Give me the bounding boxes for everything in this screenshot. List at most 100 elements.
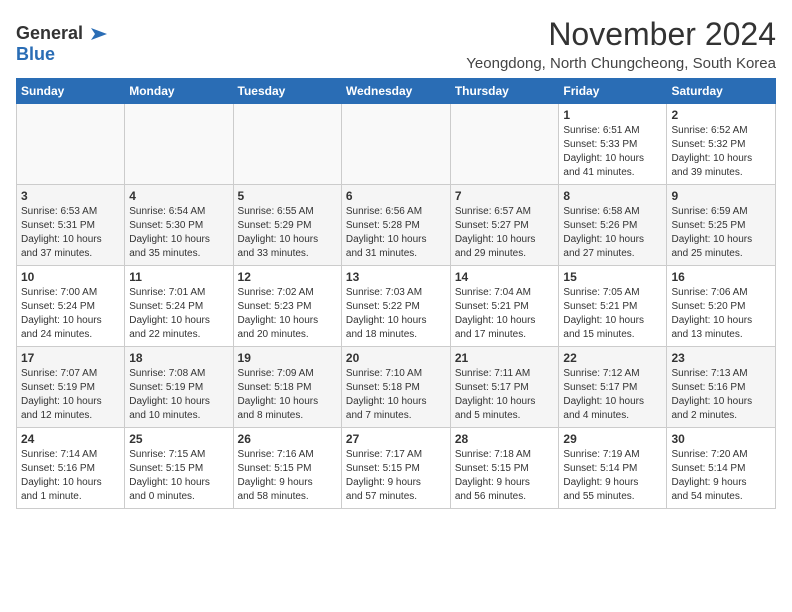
day-info: Sunrise: 7:05 AM Sunset: 5:21 PM Dayligh… (563, 286, 662, 342)
day-info: Sunrise: 6:56 AM Sunset: 5:28 PM Dayligh… (346, 205, 446, 261)
weekday-header: Tuesday (233, 79, 341, 104)
calendar-day-cell (233, 104, 341, 185)
calendar-day-cell: 17 Sunrise: 7:07 AM Sunset: 5:19 PM Dayli… (17, 347, 125, 428)
day-info: Sunrise: 7:19 AM Sunset: 5:14 PM Dayligh… (563, 448, 662, 504)
day-info: Sunrise: 7:20 AM Sunset: 5:14 PM Dayligh… (671, 448, 771, 504)
calendar-day-cell: 18 Sunrise: 7:08 AM Sunset: 5:19 PM Dayli… (125, 347, 233, 428)
day-number: 8 (563, 189, 662, 203)
day-info: Sunrise: 7:03 AM Sunset: 5:22 PM Dayligh… (346, 286, 446, 342)
calendar-day-cell: 29 Sunrise: 7:19 AM Sunset: 5:14 PM Dayli… (559, 428, 667, 509)
calendar-day-cell: 13Sunrise: 7:03 AM Sunset: 5:22 PM Dayli… (341, 266, 450, 347)
weekday-header: Thursday (450, 79, 559, 104)
day-info: Sunrise: 7:15 AM Sunset: 5:15 PM Dayligh… (129, 448, 228, 504)
day-number: 6 (346, 189, 446, 203)
day-info: Sunrise: 7:08 AM Sunset: 5:19 PM Dayligh… (129, 367, 228, 423)
calendar-day-cell: 16 Sunrise: 7:06 AM Sunset: 5:20 PM Dayli… (667, 266, 776, 347)
day-number: 7 (455, 189, 555, 203)
calendar-day-cell (341, 104, 450, 185)
calendar-day-cell: 6 Sunrise: 6:56 AM Sunset: 5:28 PM Daylig… (341, 185, 450, 266)
day-number: 30 (671, 432, 771, 446)
calendar-header-row: SundayMondayTuesdayWednesdayThursdayFrid… (17, 79, 776, 104)
day-number: 4 (129, 189, 228, 203)
calendar-day-cell: 11 Sunrise: 7:01 AM Sunset: 5:24 PM Dayli… (125, 266, 233, 347)
day-number: 29 (563, 432, 662, 446)
day-info: Sunrise: 7:17 AM Sunset: 5:15 PM Dayligh… (346, 448, 446, 504)
weekday-header: Friday (559, 79, 667, 104)
calendar-day-cell: 22 Sunrise: 7:12 AM Sunset: 5:17 PM Dayli… (559, 347, 667, 428)
day-info: Sunrise: 7:09 AM Sunset: 5:18 PM Dayligh… (238, 367, 337, 423)
day-info: Sunrise: 7:07 AM Sunset: 5:19 PM Dayligh… (21, 367, 120, 423)
calendar-day-cell: 14Sunrise: 7:04 AM Sunset: 5:21 PM Dayli… (450, 266, 559, 347)
weekday-header: Sunday (17, 79, 125, 104)
calendar-day-cell: 25 Sunrise: 7:15 AM Sunset: 5:15 PM Dayli… (125, 428, 233, 509)
calendar-day-cell: 27 Sunrise: 7:17 AM Sunset: 5:15 PM Dayli… (341, 428, 450, 509)
day-info: Sunrise: 7:12 AM Sunset: 5:17 PM Dayligh… (563, 367, 662, 423)
logo: General Blue (16, 20, 113, 65)
calendar-day-cell: 24 Sunrise: 7:14 AM Sunset: 5:16 PM Dayli… (17, 428, 125, 509)
day-info: Sunrise: 7:11 AM Sunset: 5:17 PM Dayligh… (455, 367, 555, 423)
weekday-header: Saturday (667, 79, 776, 104)
day-info: Sunrise: 6:54 AM Sunset: 5:30 PM Dayligh… (129, 205, 228, 261)
day-number: 18 (129, 351, 228, 365)
calendar-day-cell (17, 104, 125, 185)
day-number: 28 (455, 432, 555, 446)
day-number: 27 (346, 432, 446, 446)
day-info: Sunrise: 6:51 AM Sunset: 5:33 PM Dayligh… (563, 124, 662, 180)
day-number: 15 (563, 270, 662, 284)
logo-general: General (16, 24, 83, 44)
calendar-day-cell: 2 Sunrise: 6:52 AM Sunset: 5:32 PM Daylig… (667, 104, 776, 185)
weekday-header: Monday (125, 79, 233, 104)
day-info: Sunrise: 7:01 AM Sunset: 5:24 PM Dayligh… (129, 286, 228, 342)
day-info: Sunrise: 7:04 AM Sunset: 5:21 PM Dayligh… (455, 286, 555, 342)
day-info: Sunrise: 6:57 AM Sunset: 5:27 PM Dayligh… (455, 205, 555, 261)
day-info: Sunrise: 6:55 AM Sunset: 5:29 PM Dayligh… (238, 205, 337, 261)
day-number: 2 (671, 108, 771, 122)
header: General Blue November 2024 Yeongdong, No… (16, 16, 776, 72)
calendar-day-cell: 1 Sunrise: 6:51 AM Sunset: 5:33 PM Daylig… (559, 104, 667, 185)
calendar-week-row: 24 Sunrise: 7:14 AM Sunset: 5:16 PM Dayli… (17, 428, 776, 509)
calendar-day-cell: 28Sunrise: 7:18 AM Sunset: 5:15 PM Dayli… (450, 428, 559, 509)
day-number: 9 (671, 189, 771, 203)
day-info: Sunrise: 6:59 AM Sunset: 5:25 PM Dayligh… (671, 205, 771, 261)
day-number: 26 (238, 432, 337, 446)
day-number: 11 (129, 270, 228, 284)
month-title: November 2024 (466, 16, 776, 53)
day-info: Sunrise: 7:14 AM Sunset: 5:16 PM Dayligh… (21, 448, 120, 504)
day-info: Sunrise: 6:52 AM Sunset: 5:32 PM Dayligh… (671, 124, 771, 180)
calendar-day-cell: 7 Sunrise: 6:57 AM Sunset: 5:27 PM Daylig… (450, 185, 559, 266)
day-number: 19 (238, 351, 337, 365)
day-number: 5 (238, 189, 337, 203)
day-number: 16 (671, 270, 771, 284)
day-number: 23 (671, 351, 771, 365)
page: General Blue November 2024 Yeongdong, No… (0, 0, 792, 521)
day-info: Sunrise: 7:10 AM Sunset: 5:18 PM Dayligh… (346, 367, 446, 423)
day-number: 25 (129, 432, 228, 446)
day-info: Sunrise: 7:00 AM Sunset: 5:24 PM Dayligh… (21, 286, 120, 342)
calendar-day-cell: 5 Sunrise: 6:55 AM Sunset: 5:29 PM Daylig… (233, 185, 341, 266)
calendar-week-row: 1 Sunrise: 6:51 AM Sunset: 5:33 PM Daylig… (17, 104, 776, 185)
day-info: Sunrise: 7:02 AM Sunset: 5:23 PM Dayligh… (238, 286, 337, 342)
calendar-day-cell: 19 Sunrise: 7:09 AM Sunset: 5:18 PM Dayli… (233, 347, 341, 428)
calendar-day-cell: 4 Sunrise: 6:54 AM Sunset: 5:30 PM Daylig… (125, 185, 233, 266)
day-number: 1 (563, 108, 662, 122)
day-number: 24 (21, 432, 120, 446)
day-number: 10 (21, 270, 120, 284)
day-info: Sunrise: 7:06 AM Sunset: 5:20 PM Dayligh… (671, 286, 771, 342)
day-number: 22 (563, 351, 662, 365)
calendar-day-cell: 10 Sunrise: 7:00 AM Sunset: 5:24 PM Dayli… (17, 266, 125, 347)
day-number: 17 (21, 351, 120, 365)
calendar-day-cell: 9 Sunrise: 6:59 AM Sunset: 5:25 PM Daylig… (667, 185, 776, 266)
day-number: 21 (455, 351, 555, 365)
calendar-day-cell: 15 Sunrise: 7:05 AM Sunset: 5:21 PM Dayli… (559, 266, 667, 347)
calendar-day-cell: 21 Sunrise: 7:11 AM Sunset: 5:17 PM Dayli… (450, 347, 559, 428)
logo-arrow-icon (85, 20, 113, 48)
calendar-day-cell: 30 Sunrise: 7:20 AM Sunset: 5:14 PM Dayli… (667, 428, 776, 509)
title-block: November 2024 Yeongdong, North Chungcheo… (466, 16, 776, 72)
day-number: 3 (21, 189, 120, 203)
calendar-day-cell: 20 Sunrise: 7:10 AM Sunset: 5:18 PM Dayli… (341, 347, 450, 428)
calendar-week-row: 17 Sunrise: 7:07 AM Sunset: 5:19 PM Dayli… (17, 347, 776, 428)
day-number: 20 (346, 351, 446, 365)
calendar-day-cell: 23Sunrise: 7:13 AM Sunset: 5:16 PM Dayli… (667, 347, 776, 428)
day-info: Sunrise: 7:16 AM Sunset: 5:15 PM Dayligh… (238, 448, 337, 504)
calendar-week-row: 3Sunrise: 6:53 AM Sunset: 5:31 PM Daylig… (17, 185, 776, 266)
